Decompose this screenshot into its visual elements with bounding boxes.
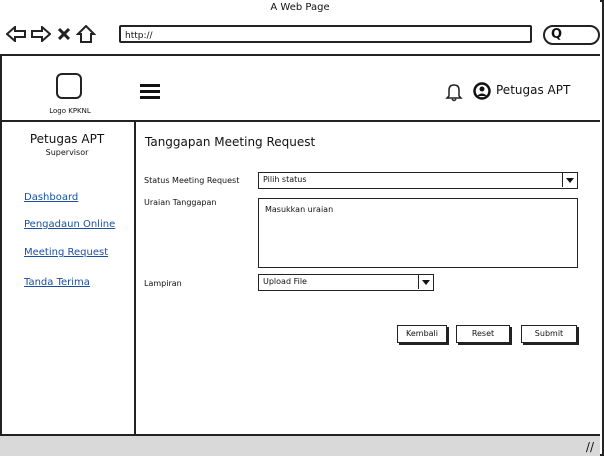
back-arrow-icon[interactable] — [6, 26, 26, 42]
bell-icon[interactable] — [445, 82, 463, 102]
kembali-button[interactable]: Kembali — [397, 325, 447, 343]
page-title: Tanggapan Meeting Request — [145, 135, 316, 149]
sidebar-subrole: Supervisor — [45, 148, 89, 157]
logo-placeholder — [56, 73, 82, 99]
user-name[interactable]: Petugas APT — [496, 83, 570, 97]
chevron-down-icon[interactable] — [418, 275, 433, 289]
close-x-icon[interactable] — [58, 28, 70, 40]
upload-file-select[interactable]: Upload File — [258, 274, 434, 291]
upload-file-value: Upload File — [263, 277, 307, 286]
sidebar-item-pengaduan-online[interactable]: Pengadaun Online — [24, 219, 115, 230]
status-select[interactable]: Pilih status — [258, 172, 578, 189]
window-title: A Web Page — [270, 2, 330, 13]
reset-button[interactable]: Reset — [456, 325, 510, 343]
uraian-textarea[interactable]: Masukkan uraian — [258, 198, 578, 268]
status-select-value: Pilih status — [263, 175, 307, 184]
url-bar[interactable]: http:// — [119, 25, 532, 43]
forward-arrow-icon[interactable] — [31, 26, 51, 42]
sidebar-item-tanda-terima[interactable]: Tanda Terima — [24, 277, 90, 288]
sidebar-role: Petugas APT — [29, 132, 105, 146]
hamburger-menu-icon[interactable] — [140, 84, 160, 102]
status-label: Status Meeting Request — [144, 176, 240, 185]
chevron-down-icon[interactable] — [562, 173, 577, 187]
home-icon[interactable] — [76, 25, 96, 43]
uraian-label: Uraian Tanggapan — [144, 198, 217, 207]
search-icon: Q — [551, 27, 563, 42]
sidebar-item-meeting-request[interactable]: Meeting Request — [24, 247, 108, 258]
submit-button[interactable]: Submit — [521, 325, 577, 343]
status-bar: // — [0, 434, 600, 456]
lampiran-label: Lampiran — [144, 279, 182, 288]
logo-label: Logo KPKNL — [49, 107, 91, 115]
user-avatar-icon[interactable] — [473, 82, 491, 100]
browser-search-field[interactable]: Q — [543, 25, 600, 45]
sidebar-item-dashboard[interactable]: Dashboard — [24, 192, 78, 203]
resize-grip-icon[interactable]: // — [586, 440, 594, 454]
